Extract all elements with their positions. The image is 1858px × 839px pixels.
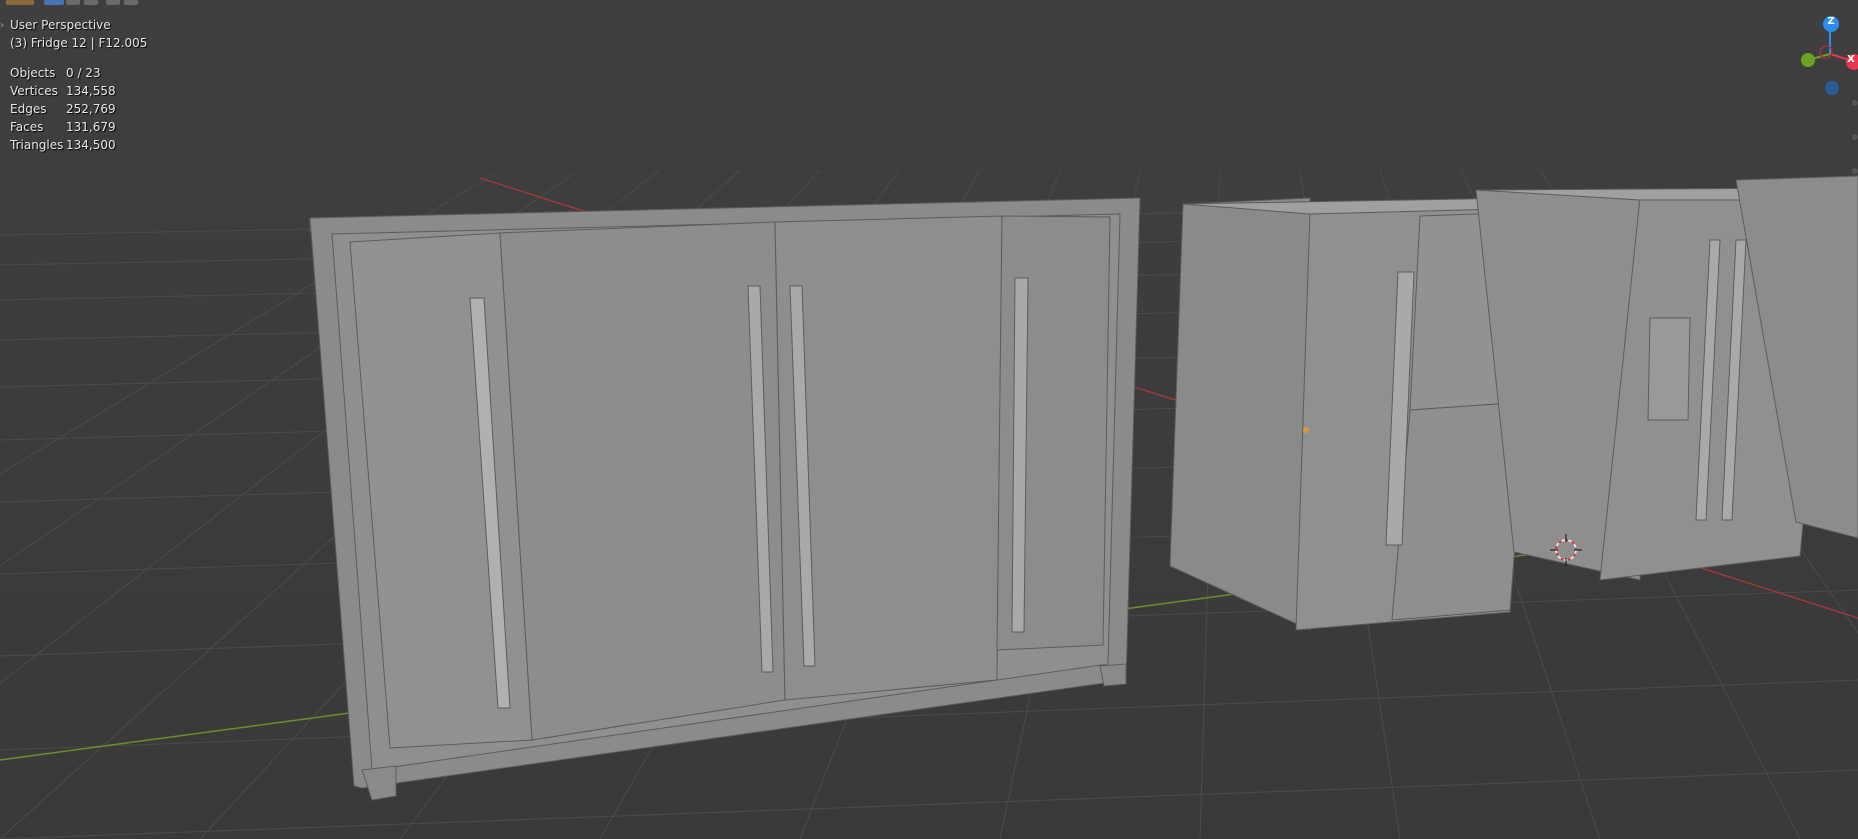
active-object: (3) Fridge 12 | F12.005	[10, 36, 148, 50]
expand-arrow-icon[interactable]: ›	[0, 20, 4, 31]
stat-value: 131,679	[66, 120, 116, 134]
stat-row: Edges 252,769	[10, 100, 147, 118]
stat-label: Objects	[10, 66, 56, 80]
viewport-side-buttons[interactable]	[1852, 100, 1858, 202]
side-button[interactable]	[1852, 100, 1858, 106]
3d-viewport[interactable]	[0, 0, 1858, 839]
stat-row: Objects 0 / 23	[10, 64, 147, 82]
stat-label: Vertices	[10, 84, 58, 98]
gizmo-neg-z-ball[interactable]	[1825, 81, 1839, 95]
gizmo-x-ball[interactable]: X	[1846, 54, 1858, 70]
gizmo-y-ball[interactable]	[1801, 53, 1815, 67]
select-mode-button[interactable]	[124, 0, 138, 5]
stat-label: Faces	[10, 120, 44, 134]
view-name: User Perspective	[10, 18, 111, 32]
scene-statistics: Objects 0 / 23 Vertices 134,558 Edges 25…	[10, 64, 147, 154]
gizmo-z-ball[interactable]: Z	[1823, 16, 1839, 32]
viewport-text-overlay: User Perspective (3) Fridge 12 | F12.005…	[10, 16, 147, 154]
editor-type-button[interactable]	[6, 0, 34, 5]
stat-label: Triangles	[10, 138, 64, 152]
select-mode-button[interactable]	[106, 0, 120, 5]
stat-row: Vertices 134,558	[10, 82, 147, 100]
mode-button[interactable]	[44, 0, 64, 5]
stat-row: Triangles 134,500	[10, 136, 147, 154]
stat-value: 134,558	[66, 84, 116, 98]
stat-value: 0 / 23	[66, 66, 101, 80]
select-mode-button[interactable]	[66, 0, 80, 5]
stat-value: 134,500	[66, 138, 116, 152]
stat-value: 252,769	[66, 102, 116, 116]
stat-row: Faces 131,679	[10, 118, 147, 136]
navigation-gizmo-icon[interactable]: Z X	[1788, 14, 1858, 104]
stat-label: Edges	[10, 102, 47, 116]
side-button[interactable]	[1852, 168, 1858, 174]
side-button[interactable]	[1852, 134, 1858, 140]
select-mode-button[interactable]	[84, 0, 98, 5]
